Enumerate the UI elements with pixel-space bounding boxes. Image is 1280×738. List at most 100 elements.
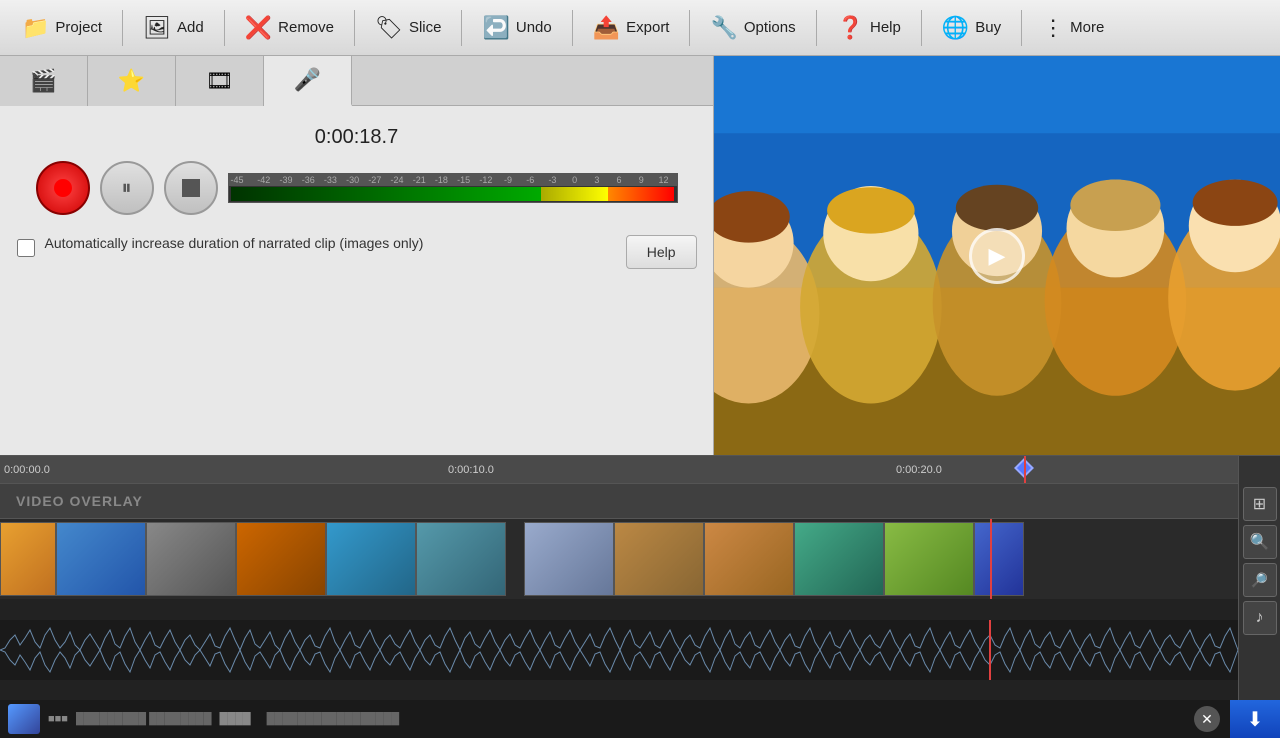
export-label: Export xyxy=(626,19,669,36)
filmstrip-row xyxy=(0,519,1238,599)
level-green xyxy=(231,187,542,201)
separator xyxy=(354,10,355,46)
project-button[interactable]: 📁 Project xyxy=(8,6,116,50)
film-thumb-2[interactable] xyxy=(56,522,146,596)
help-narrate-button[interactable]: Help xyxy=(626,235,697,269)
auto-duration-checkbox[interactable] xyxy=(17,239,35,257)
film-thumb-1[interactable] xyxy=(0,522,56,596)
tab-favorites[interactable]: ⭐ xyxy=(88,56,176,106)
slice-button[interactable]: 🏷 Slice xyxy=(361,6,455,50)
film-thumb-5[interactable] xyxy=(326,522,416,596)
microphone-icon: 🎤 xyxy=(294,67,321,93)
video-overlay-text: VIDEO OVERLAY xyxy=(16,493,143,509)
timeline-area: 0:00:00.0 0:00:10.0 0:00:20.0 VIDEO OVER… xyxy=(0,455,1280,700)
add-label: Add xyxy=(177,19,204,36)
bottom-extra: █████████████████ xyxy=(267,713,400,725)
slice-icon: 🏷 xyxy=(375,15,403,41)
separator xyxy=(689,10,690,46)
download-button[interactable]: ⬇ xyxy=(1230,700,1280,738)
separator xyxy=(572,10,573,46)
undo-button[interactable]: ↩️ Undo xyxy=(468,6,565,50)
level-yellow xyxy=(541,187,608,201)
buy-label: Buy xyxy=(975,19,1001,36)
tab-media[interactable]: 🎬 xyxy=(0,56,88,106)
bottom-info-1: ■■■ xyxy=(48,713,68,725)
pause-button[interactable]: ⏸ xyxy=(100,161,154,215)
undo-icon: ↩️ xyxy=(482,15,509,41)
film-thumb-7[interactable] xyxy=(524,522,614,596)
options-button[interactable]: 🔧 Options xyxy=(696,6,809,50)
bottom-thumbnail xyxy=(8,704,40,734)
level-labels: -45 -42 -39 -36 -33 -30 -27 -24 -21 -18 … xyxy=(229,174,677,186)
film-thumb-8[interactable] xyxy=(614,522,704,596)
bottom-bar: ■■■ █████████ ████████ ████ ████████████… xyxy=(0,700,1280,738)
level-meter: -45 -42 -39 -36 -33 -30 -27 -24 -21 -18 … xyxy=(228,173,678,203)
timeline-zoom-in[interactable]: 🔍 xyxy=(1243,525,1277,559)
remove-icon: ❌ xyxy=(245,15,272,41)
star-icon: ⭐ xyxy=(118,68,145,94)
ruler-mark-0: 0:00:00.0 xyxy=(4,464,50,476)
film-thumb-10[interactable] xyxy=(794,522,884,596)
main-area: 🎬 ⭐ 🎞 🎤 0:00:18.7 ⏸ xyxy=(0,56,1280,455)
auto-duration-row: Automatically increase duration of narra… xyxy=(17,235,697,269)
left-panel: 🎬 ⭐ 🎞 🎤 0:00:18.7 ⏸ xyxy=(0,56,714,455)
film-thumb-4[interactable] xyxy=(236,522,326,596)
time-display: 0:00:18.7 xyxy=(315,126,398,149)
options-icon: 🔧 xyxy=(710,15,737,41)
record-controls: ⏸ -45 -42 -39 -36 -33 -30 -27 -24 xyxy=(36,161,678,215)
more-button[interactable]: ⋮ More xyxy=(1028,6,1118,50)
music-note-icon: ♪ xyxy=(1256,609,1264,627)
undo-label: Undo xyxy=(516,19,552,36)
playhead-line-ruler xyxy=(1024,456,1026,483)
level-red xyxy=(608,187,675,201)
help-icon: ❓ xyxy=(837,15,864,41)
project-label: Project xyxy=(55,19,102,36)
remove-button[interactable]: ❌ Remove xyxy=(231,6,348,50)
options-label: Options xyxy=(744,19,796,36)
media-icon: 🎬 xyxy=(30,68,57,94)
project-icon: 📁 xyxy=(22,15,49,41)
auto-duration-label: Automatically increase duration of narra… xyxy=(45,235,616,251)
help-button[interactable]: ❓ Help xyxy=(823,6,915,50)
film-thumb-6[interactable] xyxy=(416,522,506,596)
separator xyxy=(224,10,225,46)
transitions-icon: 🎞 xyxy=(206,68,234,94)
timeline-zoom-out[interactable]: 🔎 xyxy=(1243,563,1277,597)
tab-bar: 🎬 ⭐ 🎞 🎤 xyxy=(0,56,713,106)
close-button[interactable]: ✕ xyxy=(1194,706,1220,732)
separator xyxy=(1021,10,1022,46)
tab-transitions[interactable]: 🎞 xyxy=(176,56,264,106)
remove-label: Remove xyxy=(278,19,334,36)
help-label: Help xyxy=(870,19,901,36)
separator xyxy=(461,10,462,46)
more-label: More xyxy=(1070,19,1104,36)
film-thumb-11[interactable] xyxy=(884,522,974,596)
video-overlay-label: VIDEO OVERLAY xyxy=(0,483,1238,519)
ruler-mark-20: 0:00:20.0 xyxy=(896,464,942,476)
level-bar-container xyxy=(229,186,677,202)
record-button[interactable] xyxy=(36,161,90,215)
zoom-in-icon: 🔍 xyxy=(1250,532,1270,552)
bottom-duration: ████ xyxy=(219,713,250,725)
film-thumb-3[interactable] xyxy=(146,522,236,596)
separator xyxy=(122,10,123,46)
separator xyxy=(921,10,922,46)
more-icon: ⋮ xyxy=(1042,15,1064,41)
add-button[interactable]: 🖼 Add xyxy=(129,6,218,50)
help-narrate-label: Help xyxy=(647,244,676,260)
stop-icon xyxy=(182,179,200,197)
export-icon: 📤 xyxy=(593,15,620,41)
tab-narrate[interactable]: 🎤 xyxy=(264,56,352,106)
timeline-sidebar-expand[interactable]: ⊞ xyxy=(1243,487,1277,521)
stop-button[interactable] xyxy=(164,161,218,215)
export-button[interactable]: 📤 Export xyxy=(579,6,684,50)
timeline-audio-button[interactable]: ♪ xyxy=(1243,601,1277,635)
record-dot xyxy=(54,179,72,197)
bottom-filename: █████████ ████████ xyxy=(76,713,212,725)
film-thumb-9[interactable] xyxy=(704,522,794,596)
timeline-content: VIDEO OVERLAY xyxy=(0,483,1238,700)
film-thumb-12[interactable] xyxy=(974,522,1024,596)
play-button[interactable]: ▶ xyxy=(969,228,1025,284)
timeline-ruler-control xyxy=(1238,456,1280,483)
buy-button[interactable]: 🌐 Buy xyxy=(928,6,1015,50)
